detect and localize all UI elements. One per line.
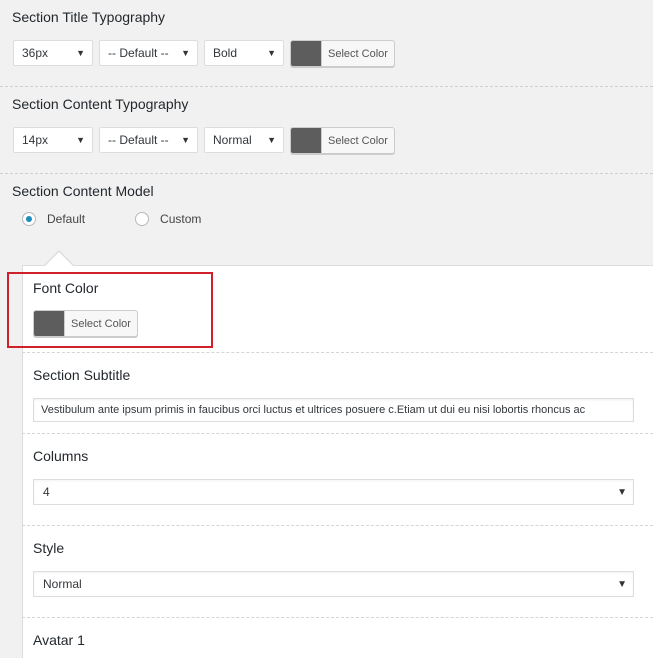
chevron-down-icon: ▼ xyxy=(76,48,85,58)
radio-custom-label: Custom xyxy=(160,212,202,226)
chevron-down-icon: ▼ xyxy=(267,48,276,58)
color-swatch xyxy=(291,128,322,153)
avatar-label: Avatar 1 xyxy=(33,632,85,648)
content-size-select[interactable]: 14px ▼ xyxy=(13,127,93,153)
title-typography-controls: 36px ▼ -- Default -- ▼ Bold ▼ Select Col… xyxy=(13,40,395,67)
radio-custom[interactable]: Custom xyxy=(135,212,201,226)
chevron-down-icon: ▼ xyxy=(76,135,85,145)
divider xyxy=(22,433,653,434)
content-model-label: Section Content Model xyxy=(12,183,154,199)
radio-default[interactable]: Default xyxy=(22,212,85,226)
title-color-button-label: Select Color xyxy=(328,47,388,60)
chevron-down-icon: ▼ xyxy=(181,135,190,145)
radio-checked-icon[interactable] xyxy=(22,212,36,226)
divider xyxy=(22,525,653,526)
title-size-value: 36px xyxy=(22,46,49,60)
columns-label: Columns xyxy=(33,448,89,464)
chevron-down-icon: ▼ xyxy=(181,48,190,58)
section-subtitle-input[interactable]: Vestibulum ante ipsum primis in faucibus… xyxy=(33,398,634,422)
title-color-button[interactable]: Select Color xyxy=(290,40,395,67)
section-subtitle-label: Section Subtitle xyxy=(33,367,131,383)
title-weight-value: Bold xyxy=(213,46,238,60)
content-model-radios: Default Custom xyxy=(22,212,201,226)
title-weight-select[interactable]: Bold ▼ xyxy=(204,40,284,66)
panel-pointer-inner xyxy=(44,252,74,267)
divider xyxy=(22,617,653,618)
radio-default-label: Default xyxy=(47,212,86,226)
content-weight-value: Normal xyxy=(213,133,252,147)
color-swatch xyxy=(291,41,322,66)
radio-unchecked-icon[interactable] xyxy=(135,212,150,226)
highlight-box xyxy=(7,272,213,348)
section-subtitle-value: Vestibulum ante ipsum primis in faucibus… xyxy=(41,404,586,416)
divider xyxy=(22,352,653,353)
columns-value: 4 xyxy=(43,485,50,499)
divider xyxy=(0,86,653,87)
content-family-value: -- Default -- xyxy=(108,133,169,147)
chevron-down-icon: ▼ xyxy=(267,135,276,145)
content-color-button-label: Select Color xyxy=(328,134,388,147)
style-label: Style xyxy=(33,540,65,556)
title-typography-label: Section Title Typography xyxy=(12,9,166,25)
columns-select[interactable]: 4 ▼ xyxy=(33,479,634,505)
title-size-select[interactable]: 36px ▼ xyxy=(13,40,93,66)
content-color-button[interactable]: Select Color xyxy=(290,127,395,154)
divider xyxy=(0,173,653,174)
content-typography-label: Section Content Typography xyxy=(12,96,189,112)
content-weight-select[interactable]: Normal ▼ xyxy=(204,127,284,153)
style-value: Normal xyxy=(43,577,82,591)
title-family-value: -- Default -- xyxy=(108,46,169,60)
title-family-select[interactable]: -- Default -- ▼ xyxy=(99,40,198,66)
content-typography-controls: 14px ▼ -- Default -- ▼ Normal ▼ Select C… xyxy=(13,127,395,154)
chevron-down-icon: ▼ xyxy=(617,487,627,498)
content-size-value: 14px xyxy=(22,133,49,147)
chevron-down-icon: ▼ xyxy=(617,579,627,590)
content-family-select[interactable]: -- Default -- ▼ xyxy=(99,127,198,153)
style-select[interactable]: Normal ▼ xyxy=(33,571,634,597)
